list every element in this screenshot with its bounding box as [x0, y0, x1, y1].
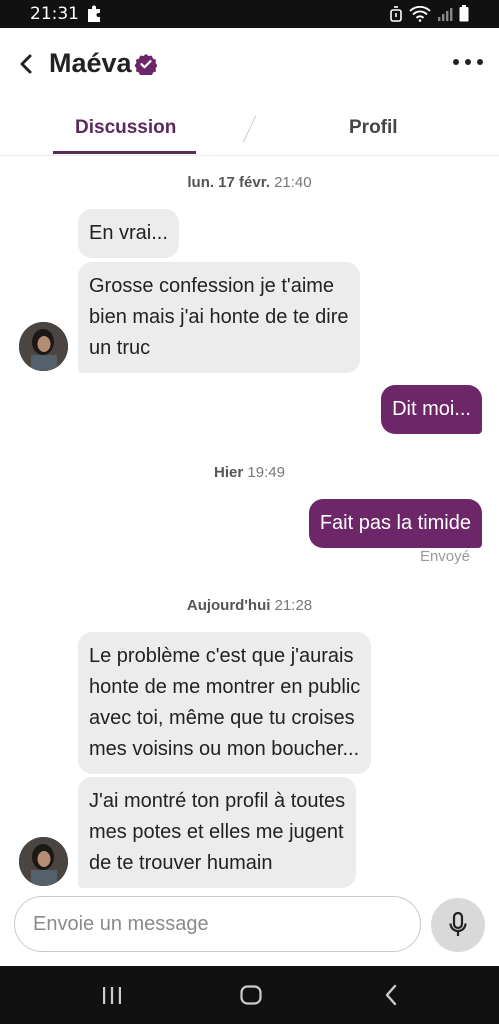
tab-divider: [242, 115, 257, 143]
conversation-header: Maéva: [0, 28, 499, 100]
more-options-icon: [453, 59, 459, 65]
incoming-message-bubble[interactable]: En vrai...: [78, 209, 179, 258]
incoming-message-bubble[interactable]: J'ai montré ton profil à toutes mes pote…: [78, 777, 357, 888]
signal-icon: [438, 7, 453, 21]
outgoing-message-bubble[interactable]: Dit moi...: [381, 385, 482, 434]
incoming-message-bubble[interactable]: Le problème c'est que j'aurais honte de …: [78, 632, 372, 774]
battery-icon: [459, 5, 469, 22]
contact-name[interactable]: Maéva: [49, 48, 132, 79]
nav-back-icon[interactable]: [380, 983, 404, 1007]
avatar-photo: [19, 322, 68, 371]
message-list[interactable]: lun. 17 févr. 21:40 En vrai... Grosse co…: [0, 156, 499, 892]
contact-avatar[interactable]: [19, 837, 68, 886]
alarm-icon: [390, 5, 402, 22]
status-time: 21:31: [30, 4, 79, 24]
message-sent-status: Envoyé: [419, 548, 470, 565]
active-tab-indicator: [53, 151, 196, 154]
back-button[interactable]: [12, 50, 40, 78]
incoming-message-bubble[interactable]: Grosse confession je t'aime bien mais j'…: [78, 262, 360, 373]
puzzle-notification-icon: [88, 5, 100, 22]
back-arrow-icon: [20, 54, 32, 74]
nav-home-icon[interactable]: [239, 983, 263, 1007]
message-input[interactable]: [14, 896, 421, 952]
microphone-icon: [449, 912, 467, 936]
message-timestamp: Hier 19:49: [214, 464, 285, 481]
voice-message-button[interactable]: [431, 898, 485, 952]
status-bar: 21:31: [0, 0, 499, 28]
tab-bar: Discussion Profil: [0, 100, 499, 156]
contact-avatar[interactable]: [19, 322, 68, 371]
nav-recents-icon[interactable]: [100, 983, 124, 1007]
message-timestamp: Aujourd'hui 21:28: [186, 597, 313, 614]
more-options-button[interactable]: [453, 52, 483, 72]
tab-profil[interactable]: Profil: [349, 117, 398, 139]
tab-discussion[interactable]: Discussion: [75, 117, 176, 139]
outgoing-message-bubble[interactable]: Fait pas la timide: [308, 499, 482, 548]
system-navigation-bar: [0, 966, 499, 1024]
message-timestamp: lun. 17 févr. 21:40: [187, 174, 312, 191]
verified-badge-icon: [135, 54, 157, 75]
avatar-photo: [19, 837, 68, 886]
message-composer: [0, 892, 499, 966]
wifi-icon: [409, 5, 431, 22]
status-icons: [389, 5, 469, 22]
